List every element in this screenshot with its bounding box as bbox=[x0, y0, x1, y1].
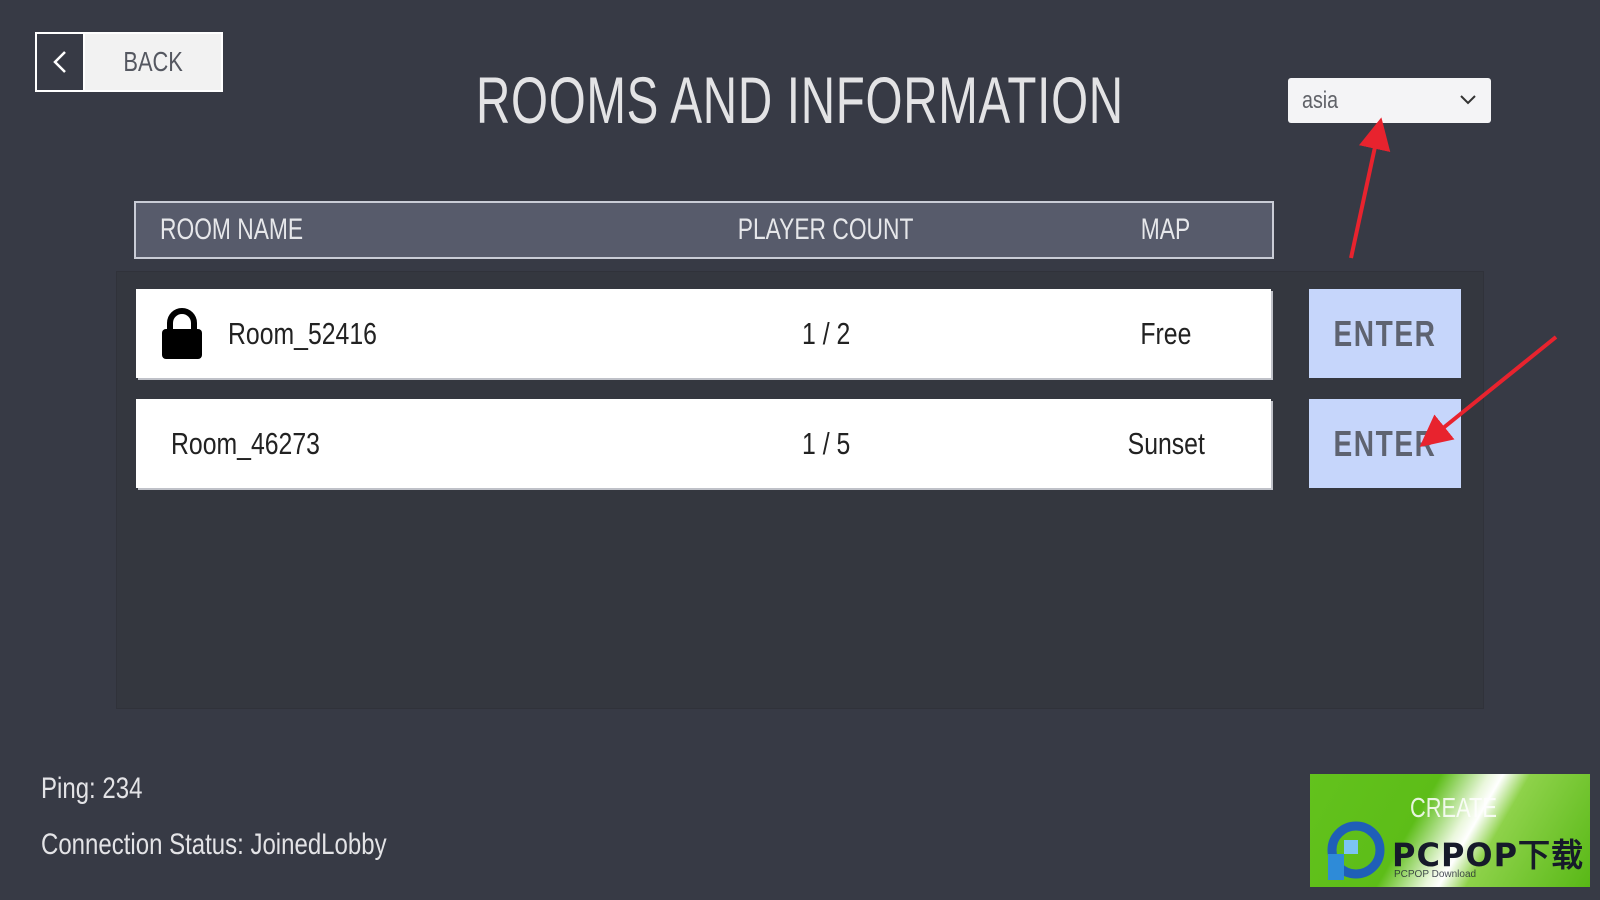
player-count: 1 / 2 bbox=[801, 315, 851, 351]
column-header-room-name: ROOM NAME bbox=[160, 213, 304, 246]
room-table-header: ROOM NAME PLAYER COUNT MAP bbox=[134, 201, 1274, 259]
room-name: Room_46273 bbox=[171, 425, 320, 461]
connection-status: Connection Status: JoinedLobby bbox=[41, 828, 387, 861]
lobby-screen: BACK ROOMS AND INFORMATION asia ROOM NAM… bbox=[0, 0, 1600, 900]
chevron-down-icon bbox=[1459, 92, 1477, 110]
enter-room-button[interactable]: ENTER bbox=[1309, 399, 1461, 488]
player-count: 1 / 5 bbox=[801, 425, 851, 461]
region-selected-value: asia bbox=[1302, 86, 1339, 114]
create-button-label: CREATE bbox=[1410, 792, 1497, 823]
region-dropdown[interactable]: asia bbox=[1288, 78, 1491, 123]
map-name: Free bbox=[1140, 315, 1192, 351]
watermark-logo-icon bbox=[1324, 820, 1386, 887]
watermark-subtext: PCPOP Download bbox=[1394, 869, 1477, 880]
annotation-arrow-region bbox=[1349, 117, 1391, 259]
room-row[interactable]: Room_46273 1 / 5 Sunset bbox=[136, 399, 1271, 488]
lock-icon bbox=[160, 289, 204, 378]
room-name: Room_52416 bbox=[228, 315, 377, 351]
ping-readout: Ping: 234 bbox=[41, 772, 143, 805]
room-row[interactable]: Room_52416 1 / 2 Free bbox=[136, 289, 1271, 378]
create-room-button[interactable]: CREATE PCPOP下载 PCPOP Download bbox=[1310, 774, 1590, 887]
enter-room-button[interactable]: ENTER bbox=[1309, 289, 1461, 378]
column-header-map: MAP bbox=[1141, 213, 1191, 246]
column-header-player-count: PLAYER COUNT bbox=[738, 213, 914, 246]
map-name: Sunset bbox=[1127, 425, 1205, 461]
